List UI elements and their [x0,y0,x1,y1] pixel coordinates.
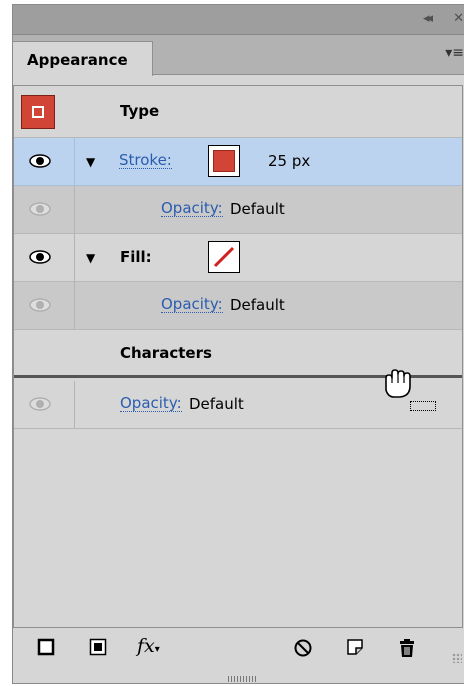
close-panel-icon[interactable]: ✕ [453,11,464,26]
panel-tabstrip: Appearance ▾≡ [13,35,464,76]
fill-row[interactable]: ▼ Fill: [14,234,462,282]
tab-appearance[interactable]: Appearance [13,41,153,76]
characters-label: Characters [120,344,212,362]
fx-icon[interactable]: fx▾ [137,635,160,657]
hand-cursor-icon [385,369,411,398]
fill-label: Fill: [120,248,152,266]
drop-target-indicator [410,401,436,411]
object-type-label: Type [120,102,160,120]
tab-label: Appearance [27,51,128,69]
collapse-panel-icon[interactable]: ◂◂ [423,11,433,26]
stroke-opacity-value: Default [230,200,285,218]
fill-opacity-link[interactable]: Opacity: [161,296,223,313]
disclosure-triangle-icon[interactable]: ▼ [86,155,95,169]
eye-icon[interactable] [29,396,51,412]
eye-icon[interactable] [29,297,51,313]
panel-titlebar: ◂◂ ✕ [13,5,464,35]
eye-icon[interactable] [29,201,51,217]
clear-appearance-icon[interactable] [293,638,313,658]
object-opacity-link[interactable]: Opacity: [120,395,182,412]
fill-opacity-visibility-cell[interactable] [14,282,75,329]
fill-visibility-cell[interactable] [14,234,75,281]
new-fill-icon[interactable] [89,638,107,656]
object-row[interactable]: Type [14,86,462,138]
fill-opacity-row[interactable]: Opacity: Default [14,282,462,330]
object-thumbnail [21,95,55,129]
stroke-visibility-cell[interactable] [14,138,75,185]
stroke-opacity-row[interactable]: Opacity: Default [14,186,462,234]
object-opacity-value: Default [189,395,244,413]
eye-icon[interactable] [29,249,51,265]
stroke-opacity-link[interactable]: Opacity: [161,200,223,217]
appearance-panel: ◂◂ ✕ Appearance ▾≡ Type ▼ Stroke: 25 px … [12,4,464,684]
resize-grip-icon[interactable] [452,653,462,663]
stroke-row[interactable]: ▼ Stroke: 25 px [14,138,462,186]
stroke-swatch[interactable] [208,145,240,177]
eye-icon[interactable] [29,153,51,169]
stroke-link[interactable]: Stroke: [119,152,172,169]
disclosure-triangle-icon[interactable]: ▼ [86,251,95,265]
object-opacity-visibility-cell[interactable] [14,381,75,428]
panel-toolbar: fx▾ [13,632,464,672]
panel-menu-icon[interactable]: ▾≡ [445,45,464,61]
duplicate-item-icon[interactable] [346,638,364,656]
fill-swatch-none[interactable] [208,241,240,273]
panel-drag-grip[interactable] [228,676,258,682]
fill-opacity-value: Default [230,296,285,314]
appearance-list: Type ▼ Stroke: 25 px Opacity: Default ▼ … [13,85,463,628]
stroke-opacity-visibility-cell[interactable] [14,186,75,233]
stroke-weight[interactable]: 25 px [268,152,310,170]
new-stroke-icon[interactable] [37,638,55,656]
delete-icon[interactable] [398,638,416,658]
